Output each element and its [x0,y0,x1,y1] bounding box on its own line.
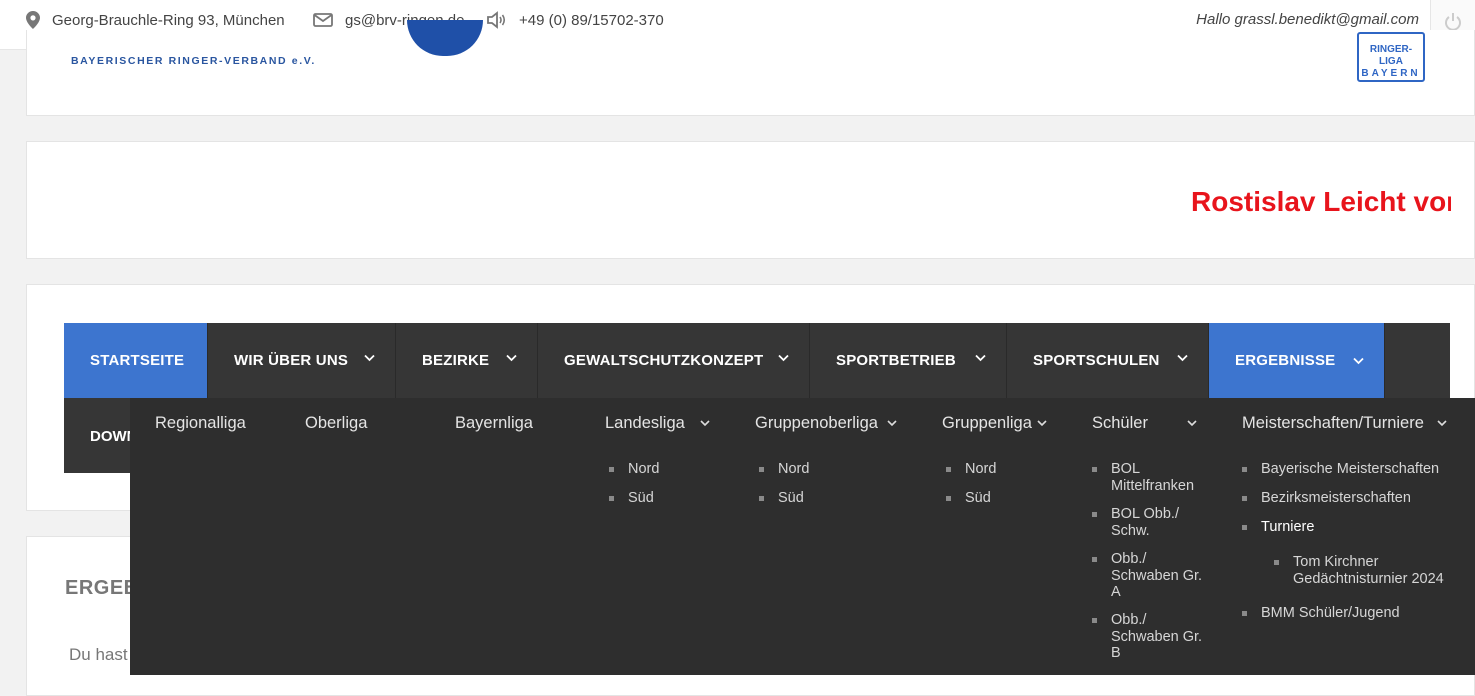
nav-label: SPORTSCHULEN [1033,352,1160,369]
menu-label: Schüler [1092,414,1148,432]
menu-regionalliga[interactable]: Regionalliga [155,414,246,433]
menu-turniere[interactable]: Turniere [1242,519,1314,536]
menu-label: Landesliga [605,414,685,432]
nav-row-2: DOWN [64,398,138,473]
main-nav: STARTSEITE WIR ÜBER UNS BEZIRKE GEWALTSC… [64,323,1450,398]
nav-ergebnisse[interactable]: ERGEBNISSE [1209,323,1385,398]
chevron-down-icon [1187,420,1197,427]
menu-gruppenoberliga[interactable]: Gruppenoberliga [755,414,897,433]
chevron-down-icon [975,354,986,362]
ergebnisse-dropdown: Regionalliga Oberliga Bayernliga Landesl… [130,398,1475,675]
menu-schueler-bol-obb-schw[interactable]: BOL Obb./ Schw. [1092,506,1206,539]
chevron-down-icon [778,354,789,362]
menu-landesliga-sued[interactable]: Süd [609,490,654,507]
power-icon [1445,13,1461,31]
chevron-down-icon [364,354,375,362]
menu-oberliga[interactable]: Oberliga [305,414,367,433]
address-text: Georg-Brauchle-Ring 93, München [52,11,285,29]
menu-bezirksmeisterschaften[interactable]: Bezirksmeisterschaften [1242,490,1411,507]
nav-gewaltschutzkonzept[interactable]: GEWALTSCHUTZKONZEPT [538,323,810,398]
menu-gruppenoberliga-nord[interactable]: Nord [759,461,809,478]
nav-sportschulen[interactable]: SPORTSCHULEN [1007,323,1209,398]
nav-label: STARTSEITE [90,352,185,369]
liga-logo-line2: BAYERN [1361,68,1421,79]
menu-tom-kirchner-turnier[interactable]: Tom Kirchner Gedächtnisturnier 2024 [1274,554,1463,587]
menu-meisterschaften-turniere[interactable]: Meisterschaften/Turniere [1242,414,1447,433]
nav-bezirke[interactable]: BEZIRKE [396,323,538,398]
menu-landesliga-nord[interactable]: Nord [609,461,659,478]
brv-logo-text[interactable]: BAYERISCHER RINGER-VERBAND e.V. [71,55,316,67]
brv-logo-emblem[interactable] [407,20,483,56]
liga-logo-line1: RINGER-LIGA [1369,44,1413,67]
phone-text: +49 (0) 89/15702-370 [519,11,664,29]
nav-label: BEZIRKE [422,352,490,369]
header-box: BAYERISCHER RINGER-VERBAND e.V. RINGER-L… [26,20,1475,116]
chevron-down-icon [1177,354,1188,362]
menu-schueler-gr-b[interactable]: Obb./ Schwaben Gr. B [1092,612,1206,662]
menu-gruppenliga-nord[interactable]: Nord [946,461,996,478]
news-ticker-text[interactable]: Rostislav Leicht von [1191,186,1451,218]
news-ticker-box: Rostislav Leicht von [26,141,1475,259]
menu-gruppenliga-sued[interactable]: Süd [946,490,991,507]
nav-sportbetrieb[interactable]: SPORTBETRIEB [810,323,1007,398]
chevron-down-icon [1353,357,1364,365]
menu-schueler[interactable]: Schüler [1092,414,1197,433]
page-title: ERGEB [65,577,139,599]
chevron-down-icon [700,420,710,427]
menu-gruppenliga[interactable]: Gruppenliga [942,414,1047,433]
chevron-down-icon [887,420,897,427]
menu-schueler-bol-mittelfranken[interactable]: BOL Mittelfranken [1092,461,1206,494]
menu-gruppenoberliga-sued[interactable]: Süd [759,490,804,507]
menu-bayerische-meisterschaften[interactable]: Bayerische Meisterschaften [1242,461,1439,478]
ringer-liga-logo[interactable]: RINGER-LIGA BAYERN [1357,32,1425,82]
envelope-icon [313,13,333,27]
nav-label: SPORTBETRIEB [836,352,956,369]
content-text: Du hast [69,645,128,664]
menu-label: Gruppenliga [942,414,1032,432]
nav-startseite[interactable]: STARTSEITE [64,323,208,398]
nav-label: WIR ÜBER UNS [234,352,349,369]
menu-bmm-schueler-jugend[interactable]: BMM Schüler/Jugend [1242,605,1400,622]
chevron-down-icon [506,354,517,362]
menu-schueler-gr-a[interactable]: Obb./ Schwaben Gr. A [1092,551,1206,601]
nav-label: ERGEBNISSE [1235,352,1336,369]
speaker-icon [487,11,506,29]
chevron-down-icon [1037,420,1047,427]
location-pin-icon [26,11,40,29]
menu-label: Meisterschaften/Turniere [1242,414,1424,432]
chevron-down-icon [1437,420,1447,427]
menu-label: Gruppenoberliga [755,414,878,432]
menu-landesliga[interactable]: Landesliga [605,414,710,433]
nav-label: GEWALTSCHUTZKONZEPT [564,352,764,369]
nav-wir-ueber-uns[interactable]: WIR ÜBER UNS [208,323,396,398]
menu-bayernliga[interactable]: Bayernliga [455,414,533,433]
